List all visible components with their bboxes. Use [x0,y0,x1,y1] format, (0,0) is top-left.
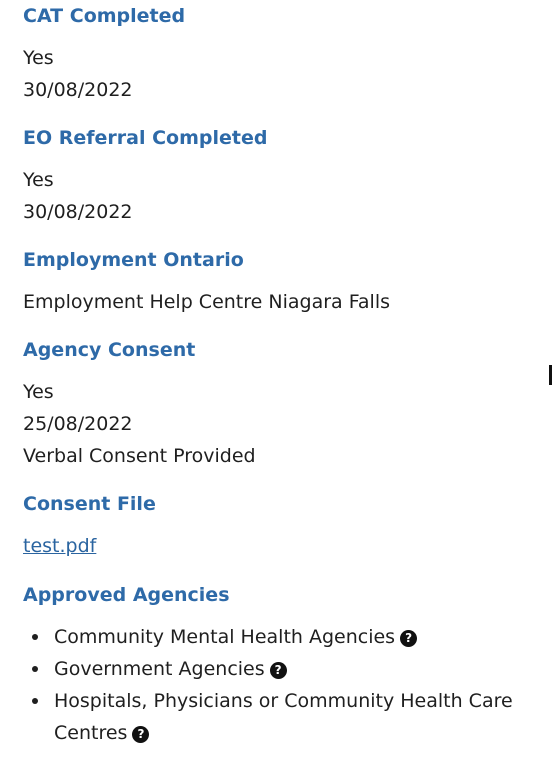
cat-title: CAT Completed [23,5,186,27]
consent-title: Agency Consent [23,339,196,361]
consent-date: 25/08/2022 [23,413,133,435]
cat-section: CAT Completed Yes 30/08/2022 [23,4,185,106]
agencies-title: Approved Agencies [23,584,230,606]
disc-bullet-icon [32,634,38,640]
eo-date: 30/08/2022 [23,201,133,223]
employment-section: Employment Ontario Employment Help Centr… [23,248,538,318]
cat-answer: Yes [23,47,54,69]
question-circle-icon[interactable]: ? [400,630,418,647]
file-title: Consent File [23,493,156,515]
cat-date: 30/08/2022 [23,79,133,101]
eo-answer: Yes [23,169,54,191]
disc-bullet-icon [32,666,38,672]
consent-file-link[interactable]: test.pdf [23,535,96,557]
file-section: Consent File test.pdf [23,492,156,562]
agency-label: Hospitals, Physicians or Community Healt… [54,690,513,744]
question-circle-icon[interactable]: ? [269,662,287,679]
agencies-list: Community Mental Health Agencies? Govern… [23,621,538,749]
agency-item: Hospitals, Physicians or Community Healt… [23,685,538,749]
agency-label: Community Mental Health Agencies [54,626,396,648]
employment-value: Employment Help Centre Niagara Falls [23,291,390,313]
eo-title: EO Referral Completed [23,127,268,149]
agencies-section: Approved Agencies Community Mental Healt… [23,583,538,749]
disc-bullet-icon [32,698,38,704]
agency-item: Community Mental Health Agencies? [23,621,538,653]
agency-item: Government Agencies? [23,653,538,685]
eo-section: EO Referral Completed Yes 30/08/2022 [23,126,267,228]
question-circle-icon[interactable]: ? [132,726,150,743]
consent-type: Verbal Consent Provided [23,445,256,467]
consent-answer: Yes [23,381,54,403]
employment-title: Employment Ontario [23,249,244,271]
agency-label: Government Agencies [54,658,265,680]
consent-section: Agency Consent Yes 25/08/2022 Verbal Con… [23,338,256,472]
